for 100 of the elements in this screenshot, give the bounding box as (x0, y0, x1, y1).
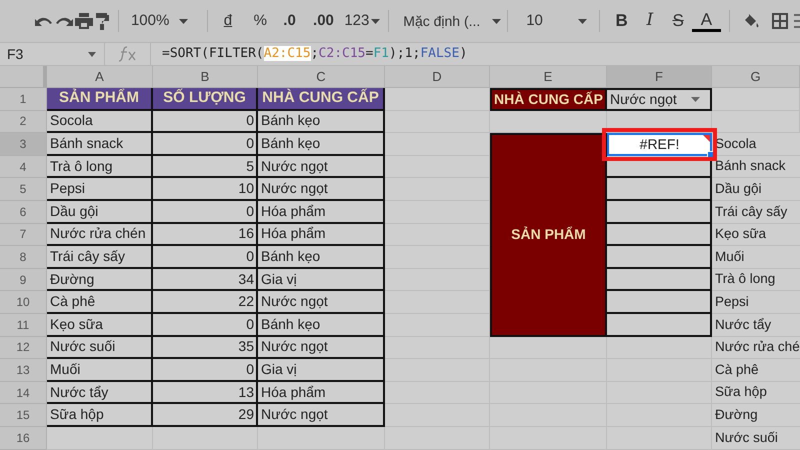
fill-color-icon[interactable] (742, 13, 761, 29)
table-cell: Socola (47, 110, 153, 134)
table-cell: 0 (153, 314, 258, 337)
table-cell: Đường (712, 404, 800, 427)
table-cell: 10 (153, 178, 258, 201)
row-header[interactable]: 12 (0, 336, 47, 360)
table-cell: Bánh snack (47, 133, 153, 156)
table-cell: Muối (47, 359, 153, 382)
column-header[interactable]: E (490, 66, 607, 88)
table-cell: Kẹo sữa (712, 224, 800, 246)
number-format-dropdown[interactable]: 123 (344, 10, 380, 32)
table-cell: Pepsi (47, 178, 153, 201)
row-header[interactable]: 9 (0, 268, 47, 292)
increase-decimals-button[interactable]: .00 (304, 10, 342, 32)
table-cell: Hóa phẩm (258, 224, 385, 246)
row-header[interactable]: 15 (0, 404, 47, 427)
filter-label: NHÀ CUNG CẤP (490, 88, 607, 111)
table-cell: Hóa phẩm (258, 382, 385, 404)
table-cell: Dầu gội (712, 178, 800, 201)
table-cell: Gia vị (258, 359, 385, 382)
table-cell: 0 (153, 246, 258, 269)
table-cell: 22 (153, 291, 258, 314)
row-header[interactable]: 11 (0, 314, 47, 337)
table-cell: Cà phê (47, 291, 153, 314)
table-cell: Dầu gội (47, 200, 153, 224)
row-header[interactable]: 3 (0, 133, 47, 156)
merged-cell: SẢN PHẨM (490, 133, 607, 337)
table-cell: Bánh kẹo (258, 110, 385, 134)
row-header[interactable]: 14 (0, 382, 47, 404)
font-dropdown[interactable]: Mặc định (... (403, 10, 500, 32)
table-cell: Bánh kẹo (258, 314, 385, 337)
table-cell: Trái cây sấy (712, 200, 800, 224)
zoom-dropdown[interactable]: 100% (130, 10, 199, 32)
caret-icon[interactable] (88, 52, 96, 56)
table-cell: Bánh kẹo (258, 246, 385, 269)
column-header[interactable]: C (258, 66, 385, 88)
currency-button[interactable]: đ (216, 10, 240, 32)
row-header[interactable]: 7 (0, 224, 47, 246)
function-icon (118, 46, 138, 62)
column-header[interactable]: D (385, 66, 490, 88)
column-heading: SẢN PHẨM (47, 88, 153, 111)
table-cell: Nước ngọt (258, 404, 385, 427)
table-cell: Kẹo sữa (47, 314, 153, 337)
decrease-decimals-button[interactable]: .0 (274, 10, 305, 32)
formula-input[interactable]: =SORT(FILTER(A2:C15;C2:C15=F1);1;FALSE) (151, 44, 468, 64)
table-cell: Nước ngọt (258, 291, 385, 314)
column-header[interactable]: F (607, 66, 712, 88)
caret-icon[interactable] (371, 18, 380, 24)
row-header[interactable]: 4 (0, 156, 47, 178)
row-header[interactable]: 5 (0, 178, 47, 201)
column-heading: NHÀ CUNG CẤP (258, 88, 385, 111)
row-header[interactable]: 10 (0, 291, 47, 314)
table-cell: Nước suối (712, 426, 800, 450)
row-header[interactable]: 13 (0, 359, 47, 382)
table-cell: Nước tẩy (712, 314, 800, 337)
table-cell: Hóa phẩm (258, 200, 385, 224)
merge-icon[interactable] (794, 14, 800, 28)
table-cell: Bánh kẹo (258, 133, 385, 156)
caret-icon[interactable] (691, 96, 700, 102)
row-header[interactable]: 8 (0, 246, 47, 269)
column-header[interactable]: A (47, 66, 153, 88)
column-heading: SỐ LƯỢNG (153, 88, 258, 111)
row-header[interactable]: 16 (0, 426, 47, 450)
caret-icon[interactable] (578, 18, 587, 24)
bold-button[interactable]: B (607, 8, 636, 34)
row-header[interactable]: 6 (0, 200, 47, 224)
font-size-dropdown[interactable]: 10 (526, 10, 591, 32)
table-cell: Nước tẩy (47, 382, 153, 404)
table-cell: Nước rửa ché (712, 336, 800, 360)
table-cell: Nước ngọt (258, 156, 385, 178)
table-cell: Nước suối (47, 336, 153, 360)
italic-button[interactable]: I (636, 8, 664, 34)
caret-icon[interactable] (179, 18, 188, 24)
table-cell: Đường (47, 268, 153, 292)
table-cell: 0 (153, 133, 258, 156)
caret-icon[interactable] (492, 18, 502, 24)
cell-reference[interactable]: F3 (7, 44, 24, 64)
error-indicator (703, 135, 710, 142)
selected-cell[interactable]: #REF! (607, 133, 712, 156)
borders-icon[interactable] (772, 13, 788, 29)
table-cell: 34 (153, 268, 258, 292)
row-header[interactable]: 1 (0, 88, 47, 111)
table-cell: Sữa hộp (47, 404, 153, 427)
table-cell: Muối (712, 246, 800, 269)
table-cell: 13 (153, 382, 258, 404)
supplier-dropdown[interactable]: Nước ngọt (607, 88, 712, 111)
table-cell: 29 (153, 404, 258, 427)
percent-button[interactable]: % (246, 10, 274, 32)
strikethrough-button[interactable]: S (664, 8, 692, 34)
text-color-button[interactable]: A (692, 10, 721, 32)
row-header[interactable]: 2 (0, 110, 47, 134)
table-cell: Cà phê (712, 359, 800, 382)
table-cell: Sữa hộp (712, 382, 800, 404)
table-cell: Bánh snack (712, 156, 800, 178)
column-header[interactable]: B (153, 66, 258, 88)
table-cell: Trà ô long (47, 156, 153, 178)
paint-roller-icon[interactable] (94, 12, 110, 30)
table-cell: 35 (153, 336, 258, 360)
print-icon[interactable] (74, 12, 94, 30)
column-header[interactable]: G (712, 66, 800, 88)
